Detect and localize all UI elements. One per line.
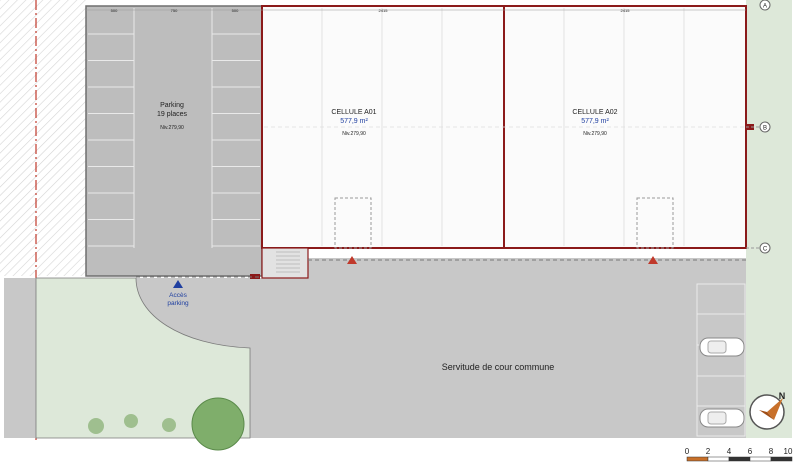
- right-green-strip: [746, 0, 792, 438]
- car-icon: [699, 337, 745, 357]
- access-label-1: Accès: [169, 292, 187, 299]
- dim-label: 500: [232, 8, 239, 13]
- svg-text:N: N: [779, 391, 786, 401]
- grid-marker-a: A: [759, 0, 771, 11]
- dim-label: 2415: [621, 8, 631, 13]
- scale-tick-label: 10: [784, 447, 793, 456]
- shrub: [162, 418, 176, 432]
- stair-block: [261, 247, 309, 279]
- dim-label: 2415: [379, 8, 389, 13]
- parking-area: [85, 5, 263, 277]
- parking-level: Niv.279,90: [160, 125, 184, 131]
- cell-a02-level: Niv.279,90: [583, 131, 607, 137]
- parking-title: Parking: [160, 102, 184, 109]
- scale-tick-label: 8: [769, 447, 774, 456]
- dim-label: 750: [171, 8, 178, 13]
- access-label-2: parking: [167, 300, 189, 307]
- cell-a01-level: Niv.279,90: [342, 131, 366, 137]
- cell-a02-area: 577,9 m²: [581, 118, 609, 125]
- scale-tick-label: 0: [685, 447, 690, 456]
- grid-marker-c: C: [759, 242, 771, 254]
- hatched-strip: [0, 0, 86, 276]
- site-plan: A B C Parking 19 places Niv.279,90 CELLU…: [0, 0, 793, 462]
- scale-tick-label: 6: [748, 447, 753, 456]
- svg-text:B: B: [763, 126, 767, 132]
- scale-tick-label: 4: [727, 447, 732, 456]
- scale-bar: 0 2 4 6 8 10: [685, 447, 793, 462]
- grid-marker-b: B: [759, 121, 771, 133]
- car-icon: [699, 408, 745, 428]
- shrub: [124, 414, 138, 428]
- parking-places: 19 places: [157, 111, 187, 118]
- shrub: [88, 418, 104, 434]
- tree: [191, 397, 245, 451]
- cell-a01-name: CELLULE A01: [331, 109, 376, 116]
- scale-tick-label: 2: [706, 447, 711, 456]
- cell-a02-name: CELLULE A02: [572, 109, 617, 116]
- courtyard-label: Servitude de cour commune: [442, 362, 555, 372]
- svg-text:A: A: [763, 4, 767, 10]
- dim-label: 500: [111, 8, 118, 13]
- svg-text:C: C: [763, 247, 768, 253]
- cell-a01-area: 577,9 m²: [340, 118, 368, 125]
